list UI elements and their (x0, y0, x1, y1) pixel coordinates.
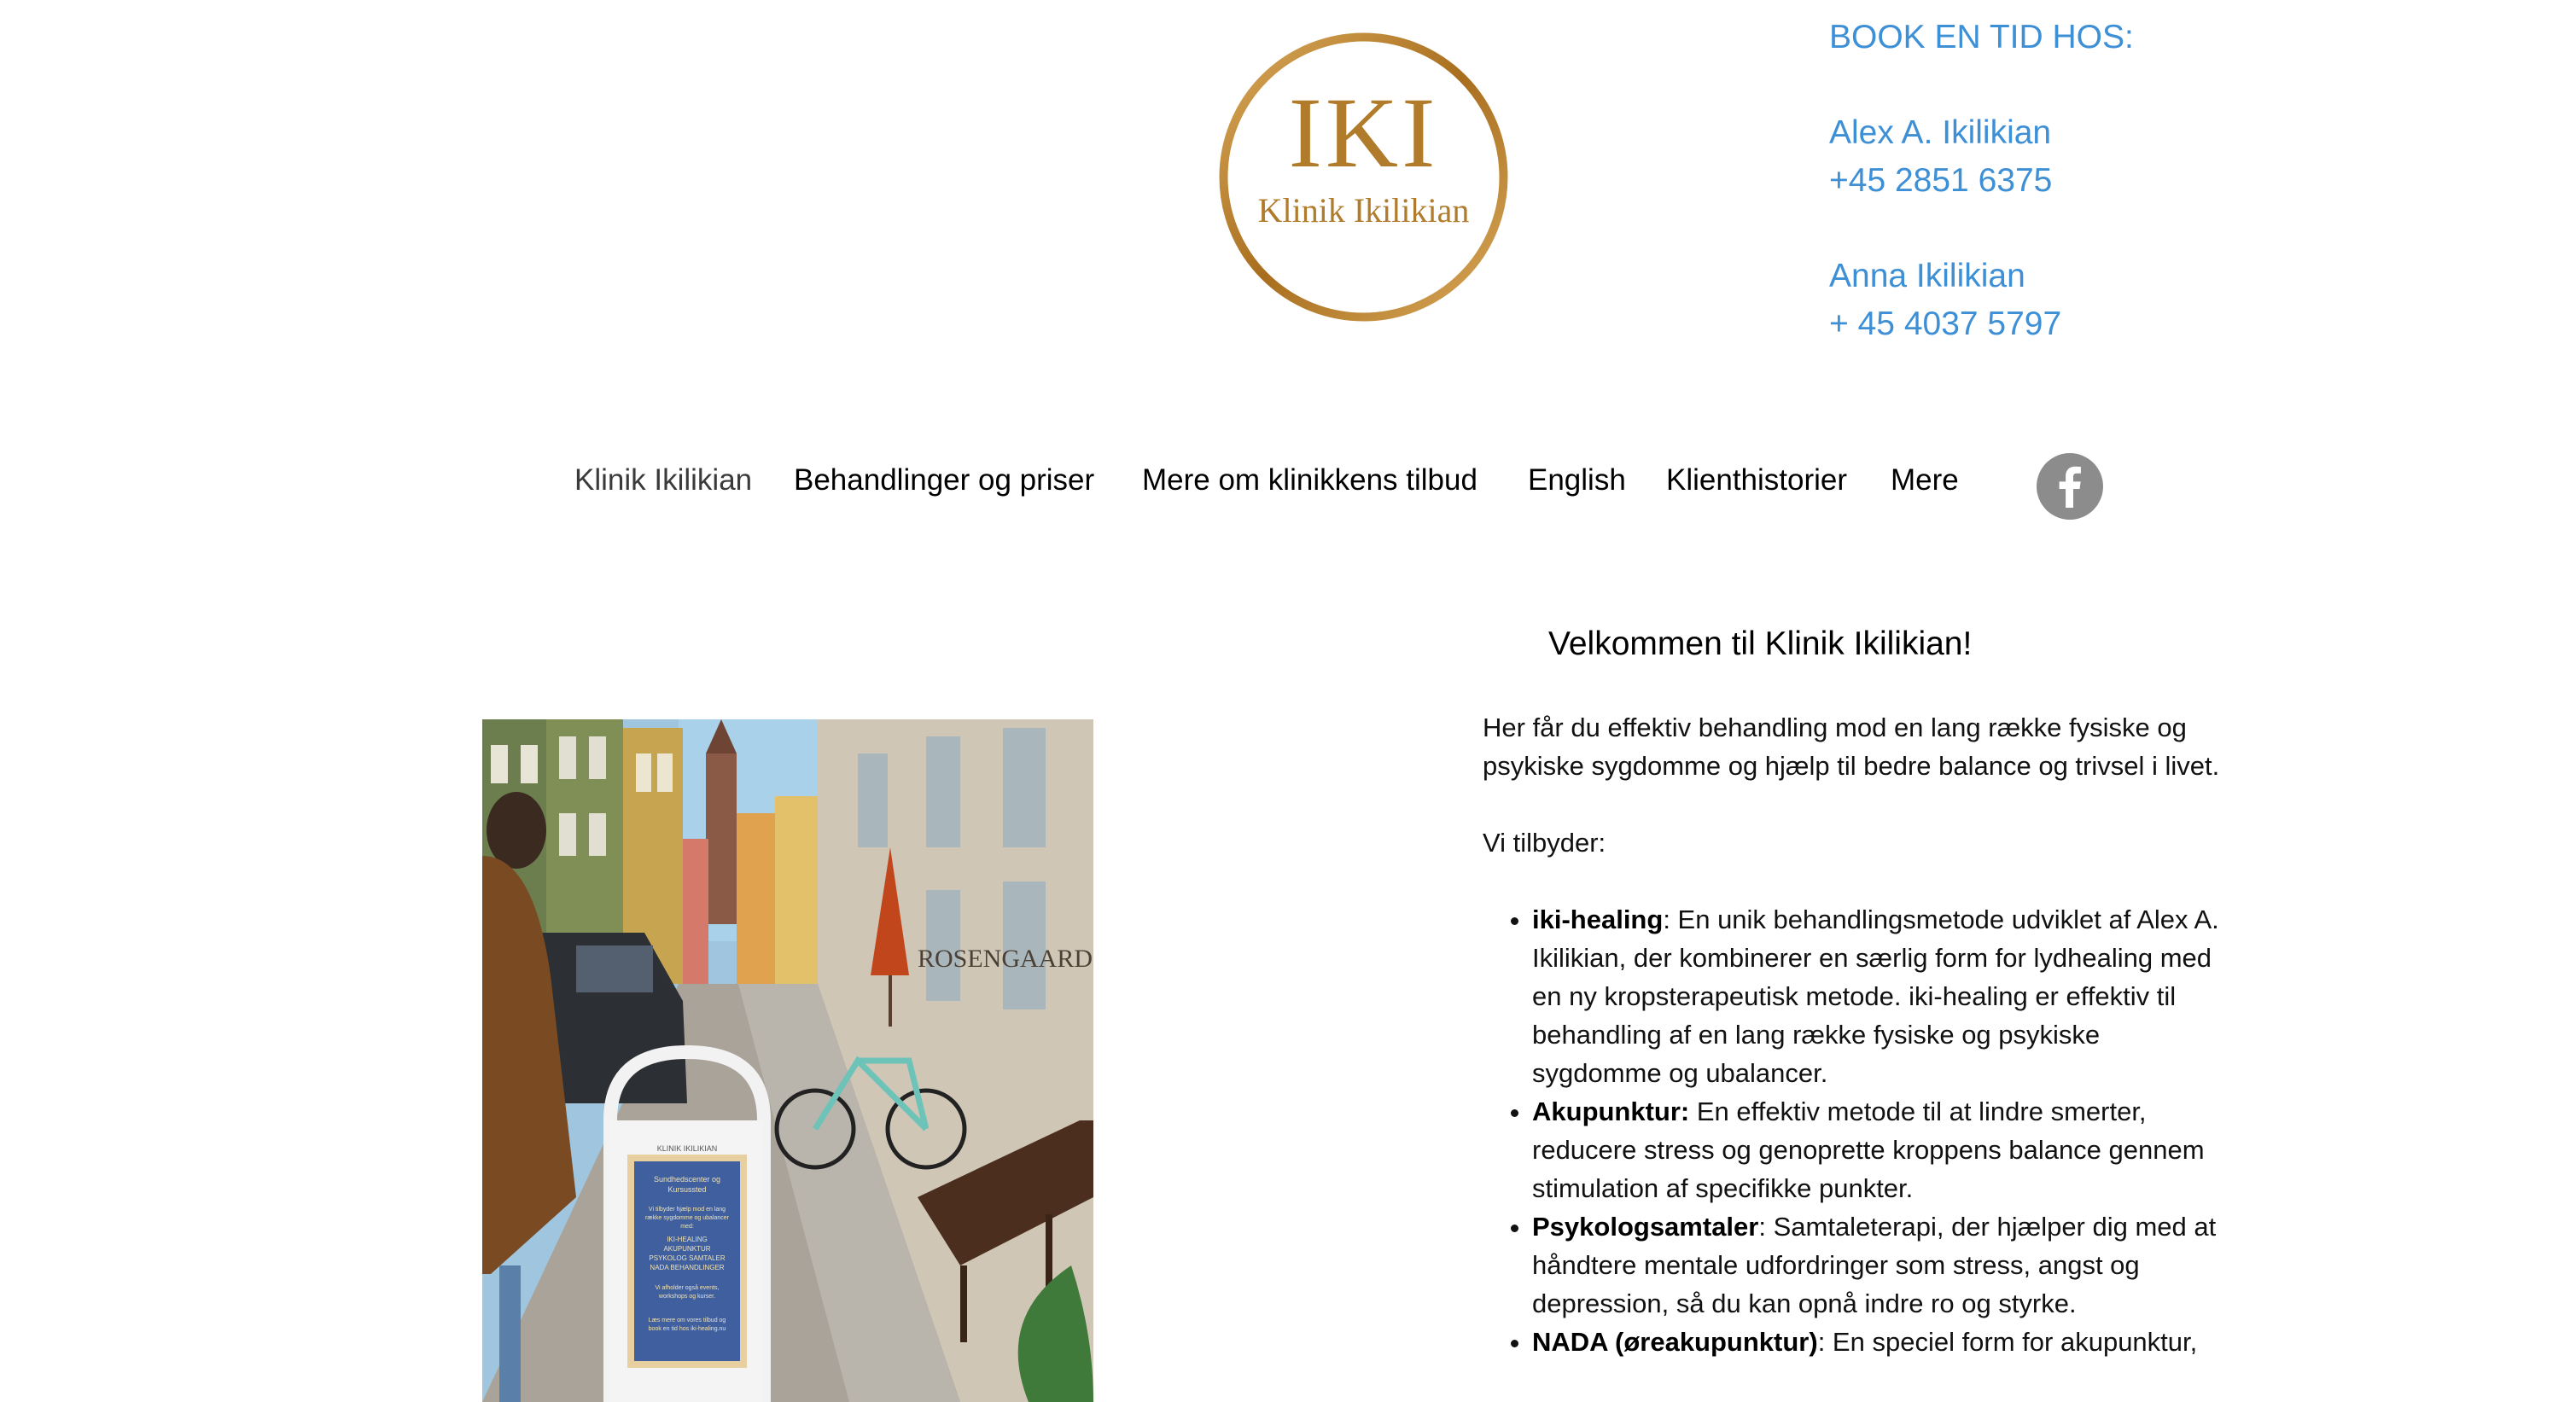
service-title: Psykologsamtaler (1532, 1212, 1759, 1242)
list-item: Akupunktur: En effektiv metode til at li… (1532, 1092, 2234, 1207)
contact-name: Alex A. Ikilikian (1829, 114, 2052, 151)
page-title: Velkommen til Klinik Ikilikian! (1548, 625, 1973, 662)
wall-text: ROSENGAARDEN 7 (918, 945, 1093, 973)
logo-ring: IKI Klinik Ikilikian (1219, 32, 1508, 322)
sign-line: med: (680, 1224, 694, 1230)
nav-item-behandlinger[interactable]: Behandlinger og priser (794, 455, 1094, 506)
sign-line: Læs mere om vores tilbud og (649, 1318, 726, 1323)
facebook-icon[interactable] (2037, 453, 2103, 520)
logo-name: Klinik Ikilikian (1258, 191, 1470, 230)
sign-line: KLINIK IKILIKIAN (657, 1144, 718, 1153)
booking-heading: BOOK EN TID HOS: (1829, 19, 2134, 55)
nav-item-mere[interactable]: Mere (1891, 455, 1959, 506)
sign-line: række sygdomme og ubalancer (645, 1215, 730, 1221)
sign-line: IKI-HEALING (667, 1236, 708, 1243)
list-item: Psykologsamtaler: Samtaleterapi, der hjæ… (1532, 1207, 2234, 1323)
list-item: NADA (øreakupunktur): En speciel form fo… (1532, 1323, 2234, 1361)
contact-phone[interactable]: +45 2851 6375 (1829, 157, 2134, 205)
sign-line: Kursussted (667, 1185, 706, 1194)
main-nav: Klinik Ikilikian Behandlinger og priser … (0, 455, 2576, 506)
nav-item-mere-om-tilbud[interactable]: Mere om klinikkens tilbud (1142, 455, 1477, 506)
intro-paragraph: Her får du effektiv behandling mod en la… (1483, 713, 2220, 781)
sign-line: Sundhedscenter og (654, 1175, 720, 1184)
intro-text-block: Her får du effektiv behandling mod en la… (1483, 708, 2234, 1361)
street-photo: ROSENGAARDEN 7 KLINIK IKILIKIAN Sundheds… (482, 719, 1093, 1402)
booking-info: BOOK EN TID HOS: Alex A. Ikilikian +45 2… (1829, 14, 2134, 348)
sign-line: PSYKOLOG SAMTALER (649, 1254, 725, 1262)
sign-line: NADA BEHANDLINGER (650, 1264, 724, 1271)
services-list: iki-healing: En unik behandlingsmetode u… (1483, 900, 2234, 1361)
clinic-logo[interactable]: IKI Klinik Ikilikian (1216, 30, 1511, 324)
nav-item-klinik-ikilikian[interactable]: Klinik Ikilikian (574, 455, 752, 506)
service-text: : En speciel form for akupunktur, (1817, 1327, 2198, 1357)
service-title: Akupunktur: (1532, 1097, 1690, 1126)
contact-name: Anna Ikilikian (1829, 258, 2025, 294)
offer-heading: Vi tilbyder: (1483, 828, 1606, 858)
sign-line: Vi afholder også events, (656, 1284, 720, 1291)
sign-line: Vi tilbyder hjælp mod en lang (649, 1207, 726, 1213)
logo-monogram: IKI (1289, 77, 1439, 189)
sign-line: workshops og kurser. (658, 1294, 715, 1300)
service-title: NADA (øreakupunktur) (1532, 1327, 1818, 1357)
contact-phone[interactable]: + 45 4037 5797 (1829, 300, 2134, 348)
service-title: iki-healing (1532, 905, 1664, 934)
sign-line: AKUPUNKTUR (663, 1245, 710, 1253)
nav-item-english[interactable]: English (1528, 455, 1626, 506)
sign-line: book en tid hos iki-healing.nu (649, 1326, 726, 1332)
list-item: iki-healing: En unik behandlingsmetode u… (1532, 900, 2234, 1092)
nav-item-klienthistorier[interactable]: Klienthistorier (1666, 455, 1847, 506)
